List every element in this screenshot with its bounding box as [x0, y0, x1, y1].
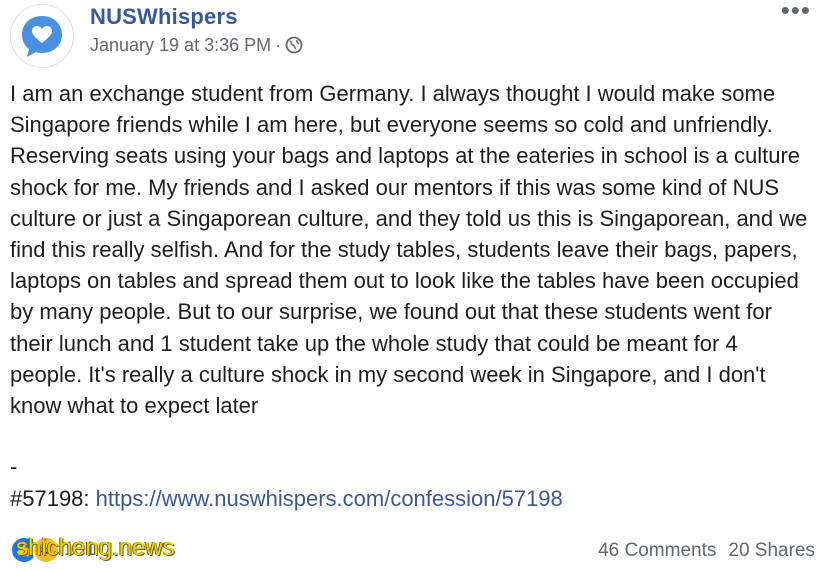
- post-meta: NUSWhispers January 19 at 3:36 PM ·: [90, 4, 303, 56]
- page-avatar[interactable]: [10, 4, 74, 68]
- confession-tag-line: #57198: https://www.nuswhispers.com/conf…: [10, 486, 563, 512]
- engagement-stats: 46 Comments 20 Shares: [598, 540, 815, 562]
- confession-tag: #57198: [10, 486, 84, 511]
- page-name-link[interactable]: NUSWhispers: [90, 4, 303, 30]
- chat-bubble-heart-icon: [17, 11, 67, 61]
- post-header: NUSWhispers January 19 at 3:36 PM ·: [10, 4, 303, 68]
- globe-icon[interactable]: [285, 36, 303, 54]
- post-body-text: I am an exchange student from Germany. I…: [10, 81, 814, 419]
- confession-link[interactable]: https://www.nuswhispers.com/confession/5…: [96, 486, 563, 511]
- dot-separator: ·: [275, 35, 282, 55]
- post-timestamp[interactable]: January 19 at 3:36 PM: [90, 34, 271, 56]
- tag-colon: :: [83, 486, 96, 511]
- site-watermark: shicheng.news: [16, 534, 175, 561]
- post-footer: 👍 😆 131 shicheng.news 46 Comments 20 Sha…: [0, 530, 825, 570]
- timestamp-row: January 19 at 3:36 PM ·: [90, 34, 303, 56]
- facebook-post: NUSWhispers January 19 at 3:36 PM · ••• …: [0, 0, 825, 570]
- shares-count-link[interactable]: 20 Shares: [728, 540, 815, 562]
- comments-count-link[interactable]: 46 Comments: [598, 540, 716, 562]
- body-separator: -: [10, 454, 18, 479]
- more-options-button[interactable]: •••: [781, 0, 811, 23]
